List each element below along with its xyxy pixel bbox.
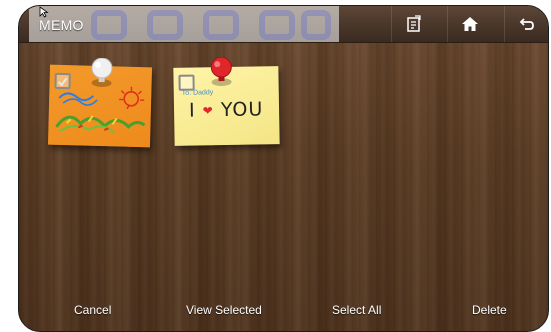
note-message-start: I xyxy=(188,99,196,122)
note-recipient: To. Daddy xyxy=(181,89,214,97)
memo-note[interactable]: To. Daddy I ❤ YOU xyxy=(173,56,280,146)
view-selected-button[interactable]: View Selected xyxy=(186,303,262,317)
delete-button[interactable]: Delete xyxy=(472,303,507,317)
heart-icon: ❤ xyxy=(202,103,214,118)
blur-mark xyxy=(203,10,239,40)
note-checkbox[interactable] xyxy=(178,74,195,91)
blur-mark xyxy=(301,10,331,40)
mouse-cursor-icon xyxy=(39,6,49,18)
cancel-button[interactable]: Cancel xyxy=(74,303,111,317)
home-icon xyxy=(462,17,478,31)
back-icon xyxy=(519,18,534,30)
home-button[interactable] xyxy=(447,6,492,42)
select-all-button[interactable]: Select All xyxy=(332,303,381,317)
memo-note[interactable] xyxy=(47,57,153,148)
pushpin-icon xyxy=(210,56,232,87)
memo-screen: MEMO To. Daddy I ❤ YOU Cancel View Selec… xyxy=(18,5,549,332)
title-bar: MEMO xyxy=(19,6,548,43)
kid-drawing xyxy=(55,86,146,134)
action-bar: Cancel View Selected Select All Delete xyxy=(19,295,548,331)
blur-mark xyxy=(259,10,295,40)
app-title: MEMO xyxy=(39,17,84,33)
blur-mark xyxy=(147,10,183,40)
note-message-end: YOU xyxy=(220,98,264,122)
back-button[interactable] xyxy=(504,6,548,42)
note-message: I ❤ YOU xyxy=(189,98,264,121)
memo-add-icon xyxy=(407,15,421,32)
blur-mark xyxy=(91,10,127,40)
new-memo-button[interactable] xyxy=(391,6,436,42)
